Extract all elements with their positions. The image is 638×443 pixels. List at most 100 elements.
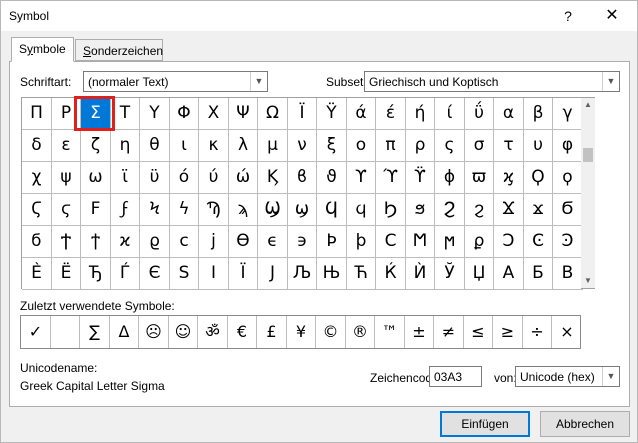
help-button[interactable]: ? [557, 5, 579, 27]
symbol-cell[interactable]: ϫ [524, 194, 553, 226]
symbol-cell[interactable]: τ [494, 130, 524, 162]
symbol-cell[interactable]: ω [81, 162, 111, 194]
recent-symbol-cell[interactable]: ∑ [80, 316, 110, 348]
symbol-cell[interactable]: Φ [170, 98, 199, 130]
symbol-cell[interactable]: ϯ [81, 226, 111, 258]
symbol-cell[interactable]: ϐ [288, 162, 317, 194]
symbol-cell[interactable]: γ [553, 98, 583, 130]
symbol-cell[interactable]: Ѝ [406, 258, 435, 290]
chevron-down-icon[interactable]: ▼ [602, 367, 619, 386]
symbol-cell[interactable]: ϙ [553, 162, 583, 194]
symbol-cell[interactable]: Ќ [376, 258, 406, 290]
symbol-cell[interactable]: Ϩ [435, 194, 465, 226]
symbol-cell[interactable]: Ћ [347, 258, 376, 290]
symbol-cell[interactable]: ΰ [465, 98, 494, 130]
recent-symbol-cell[interactable]: ☹ [139, 316, 169, 348]
symbol-cell[interactable]: υ [524, 130, 553, 162]
recent-symbol-cell[interactable]: ☺ [169, 316, 198, 348]
symbol-cell[interactable]: Ρ [52, 98, 81, 130]
symbol-cell[interactable]: ϳ [199, 226, 229, 258]
symbol-cell[interactable]: Ϭ [553, 194, 583, 226]
symbol-cell[interactable]: ϱ [140, 226, 170, 258]
symbol-cell[interactable]: В [553, 258, 583, 290]
symbol-cell[interactable]: Ѓ [111, 258, 140, 290]
recent-symbol-cell[interactable]: ® [346, 316, 375, 348]
symbol-cell[interactable]: σ [465, 130, 494, 162]
symbol-cell[interactable]: ύ [199, 162, 229, 194]
symbol-cell[interactable]: Ϝ [81, 194, 111, 226]
symbol-cell[interactable]: θ [140, 130, 170, 162]
symbol-cell[interactable]: Б [524, 258, 553, 290]
symbol-cell[interactable]: Љ [288, 258, 317, 290]
symbol-cell[interactable]: Π [22, 98, 52, 130]
font-select[interactable]: (normaler Text) ▼ [83, 71, 268, 92]
symbol-cell[interactable]: ϒ [347, 162, 376, 194]
symbol-cell[interactable]: ϖ [465, 162, 494, 194]
symbol-cell[interactable]: ϝ [111, 194, 140, 226]
symbol-cell[interactable]: Ϯ [52, 226, 81, 258]
symbol-cell[interactable]: Υ [140, 98, 170, 130]
symbol-cell[interactable]: Ϥ [317, 194, 347, 226]
scroll-down-icon[interactable]: ▼ [581, 274, 595, 288]
symbol-cell[interactable]: Џ [465, 258, 494, 290]
symbol-cell[interactable]: Њ [317, 258, 347, 290]
symbol-cell[interactable]: ϡ [229, 194, 258, 226]
symbol-cell[interactable]: ϗ [494, 162, 524, 194]
symbol-cell[interactable]: Ў [435, 258, 465, 290]
symbol-cell[interactable]: ϣ [288, 194, 317, 226]
symbol-cell[interactable]: А [494, 258, 524, 290]
symbol-cell[interactable]: І [199, 258, 229, 290]
chevron-down-icon[interactable]: ▼ [602, 72, 619, 91]
symbol-cell[interactable]: ϼ [465, 226, 494, 258]
code-format-select[interactable]: Unicode (hex) ▼ [515, 366, 620, 387]
symbol-cell[interactable]: Ё [52, 258, 81, 290]
symbol-cell[interactable]: ζ [81, 130, 111, 162]
symbol-cell[interactable]: ί [435, 98, 465, 130]
symbol-cell[interactable]: Ϲ [376, 226, 406, 258]
symbol-cell[interactable]: ϲ [170, 226, 199, 258]
symbol-cell[interactable]: ϟ [170, 194, 199, 226]
symbol-cell[interactable]: ο [347, 130, 376, 162]
symbol-cell[interactable]: μ [258, 130, 288, 162]
recent-symbol-cell[interactable]: Δ [110, 316, 139, 348]
symbol-cell[interactable]: ϧ [406, 194, 435, 226]
symbol-cell[interactable]: λ [229, 130, 258, 162]
symbol-cell[interactable]: Ω [258, 98, 288, 130]
recent-symbol-cell[interactable]: × [552, 316, 582, 348]
subset-select[interactable]: Griechisch und Koptisch ▼ [364, 71, 620, 92]
symbol-cell[interactable]: Ϟ [140, 194, 170, 226]
insert-button[interactable]: Einfügen [440, 411, 530, 437]
symbol-cell[interactable]: Ѕ [170, 258, 199, 290]
recent-symbol-cell[interactable]: ¥ [287, 316, 316, 348]
symbol-cell[interactable]: ϰ [111, 226, 140, 258]
symbol-cell[interactable]: β [524, 98, 553, 130]
symbol-cell[interactable]: έ [376, 98, 406, 130]
symbol-cell[interactable]: Ϸ [317, 226, 347, 258]
symbol-cell[interactable]: ϥ [347, 194, 376, 226]
scroll-thumb[interactable] [583, 148, 593, 162]
symbol-cell[interactable]: Ϛ [22, 194, 52, 226]
symbol-cell[interactable]: ϩ [465, 194, 494, 226]
symbol-cell[interactable]: ν [288, 130, 317, 162]
symbol-cell[interactable]: ς [435, 130, 465, 162]
symbol-cell[interactable]: ϭ [22, 226, 52, 258]
scroll-up-icon[interactable]: ▲ [581, 98, 595, 112]
recent-symbol-cell[interactable]: ॐ [198, 316, 228, 348]
recent-symbol-cell[interactable]: ≤ [464, 316, 493, 348]
symbol-cell[interactable]: Ϧ [376, 194, 406, 226]
recent-symbol-cell[interactable]: ≥ [493, 316, 523, 348]
symbol-cell[interactable]: ϋ [140, 162, 170, 194]
symbol-cell[interactable]: ϑ [317, 162, 347, 194]
symbol-cell[interactable]: Τ [111, 98, 140, 130]
symbol-cell[interactable]: Ϋ [317, 98, 347, 130]
symbol-cell[interactable]: ϕ [435, 162, 465, 194]
symbol-cell[interactable]: ρ [406, 130, 435, 162]
symbol-cell[interactable]: Ϡ [199, 194, 229, 226]
symbol-cell[interactable]: ϸ [347, 226, 376, 258]
symbol-cell[interactable]: ϊ [111, 162, 140, 194]
recent-symbol-cell[interactable]: € [228, 316, 257, 348]
symbol-cell[interactable]: π [376, 130, 406, 162]
symbol-cell[interactable]: ϛ [52, 194, 81, 226]
symbol-cell[interactable]: ϻ [435, 226, 465, 258]
symbol-cell[interactable]: Ψ [229, 98, 258, 130]
